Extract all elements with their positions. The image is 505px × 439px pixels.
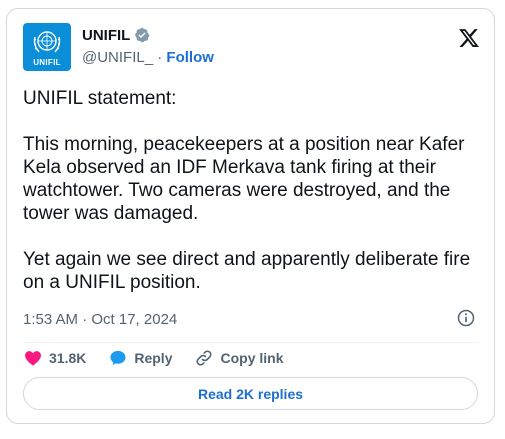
copy-link-button[interactable]: Copy link	[194, 348, 284, 368]
follow-button[interactable]: Follow	[166, 49, 214, 66]
account-name-block: UNIFIL @UNIFIL_ · Follow	[82, 25, 214, 69]
tweet-paragraph: Yet again we see direct and apparently d…	[23, 249, 471, 293]
tweet-header: UNIFIL UNIFIL @UNIFIL_ · Follow	[23, 23, 480, 71]
x-logo-icon[interactable]	[458, 27, 480, 49]
action-bar: 31.8K Reply Copy link	[23, 347, 306, 369]
like-count: 31.8K	[49, 350, 87, 366]
separator-dot: ·	[157, 49, 163, 66]
read-replies-button[interactable]: Read 2K replies	[23, 377, 478, 410]
like-button[interactable]: 31.8K	[23, 348, 86, 368]
display-name-text: UNIFIL	[82, 26, 131, 44]
tweet-timestamp[interactable]: 1:53 AM · Oct 17, 2024	[23, 311, 177, 328]
avatar[interactable]: UNIFIL	[23, 23, 71, 71]
verified-badge-icon	[135, 27, 150, 43]
reply-button[interactable]: Reply	[108, 348, 172, 368]
handle-row: @UNIFIL_ · Follow	[82, 49, 214, 69]
display-name[interactable]: UNIFIL	[82, 25, 150, 45]
un-emblem-icon	[33, 31, 61, 53]
tweet-text: UNIFIL statement: This morning, peacekee…	[23, 87, 483, 294]
tweet-card: UNIFIL UNIFIL @UNIFIL_ · Follow UNIFIL s…	[6, 8, 495, 424]
heart-icon	[25, 351, 41, 366]
divider	[23, 342, 478, 343]
link-icon	[196, 350, 212, 366]
tweet-paragraph: This morning, peacekeepers at a position…	[23, 134, 465, 224]
info-icon[interactable]	[456, 308, 476, 328]
tweet-paragraph: UNIFIL statement:	[23, 88, 177, 109]
reply-bubble-icon	[110, 350, 126, 366]
handle[interactable]: @UNIFIL_	[82, 49, 153, 66]
avatar-label: UNIFIL	[33, 58, 61, 67]
copy-link-label: Copy link	[220, 350, 284, 366]
reply-label: Reply	[134, 350, 173, 366]
